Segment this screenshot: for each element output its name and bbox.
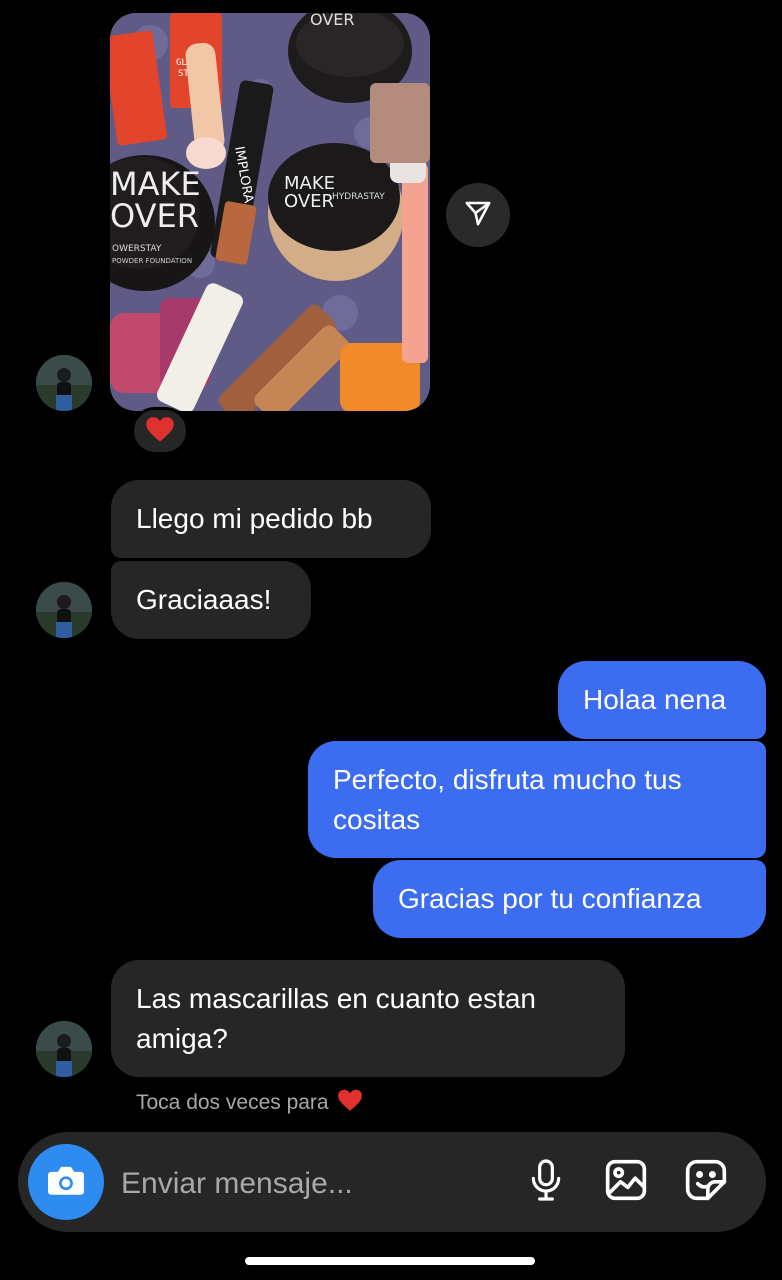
shared-photo[interactable]: GLOSSY STAIN OVER MAKE OVER OWERSTAY POW… [110,13,430,411]
message-input[interactable]: Enviar mensaje... [121,1164,353,1204]
message-bubble-incoming[interactable]: Graciaaas! [111,561,311,639]
microphone-icon [527,1157,565,1208]
photo-label-over-top: OVER [310,13,354,29]
image-icon [604,1158,648,1207]
paper-plane-icon [463,198,493,233]
message-text: Graciaaas! [136,584,272,615]
hint-text: Toca dos veces para [136,1091,329,1114]
message-bubble-outgoing[interactable]: Holaa nena [558,661,766,739]
message-input-placeholder: Enviar mensaje... [121,1167,353,1200]
photo-label-hydrastay: HYDRASTAY [332,192,385,202]
double-tap-hint: Toca dos veces para [136,1088,363,1118]
message-text: Gracias por tu confianza [398,883,702,914]
message-text: Las mascarillas en cuanto estan amiga? [136,983,536,1054]
voice-message-button[interactable] [518,1154,574,1210]
photo-label-powder-foundation: POWDER FOUNDATION [112,257,192,265]
camera-button[interactable] [28,1144,104,1220]
message-text: Holaa nena [583,684,727,715]
sticker-button[interactable] [678,1154,734,1210]
heart-icon [337,1088,363,1118]
photo-label-over: OVER [110,197,199,235]
avatar[interactable] [36,582,92,638]
heart-icon [145,415,175,448]
message-text: Llego mi pedido bb [136,503,373,534]
message-bubble-incoming[interactable]: Las mascarillas en cuanto estan amiga? [111,960,625,1077]
message-text: Perfecto, disfruta mucho tus cositas [333,764,682,835]
message-bubble-incoming[interactable]: Llego mi pedido bb [111,480,431,558]
message-bubble-outgoing[interactable]: Gracias por tu confianza [373,860,766,938]
share-button[interactable] [446,183,510,247]
home-indicator[interactable] [245,1257,535,1265]
avatar[interactable] [36,1021,92,1077]
sticker-icon [684,1158,728,1207]
camera-icon [46,1162,86,1203]
svg-text:OVER: OVER [284,191,334,212]
avatar[interactable] [36,355,92,411]
gallery-button[interactable] [598,1154,654,1210]
message-bubble-outgoing[interactable]: Perfecto, disfruta mucho tus cositas [308,741,766,858]
reaction-badge[interactable] [131,407,189,455]
photo-label-powerstay: OWERSTAY [112,244,162,254]
